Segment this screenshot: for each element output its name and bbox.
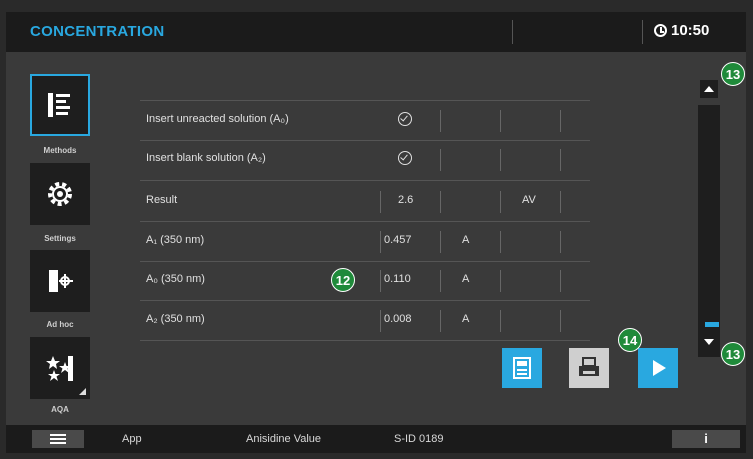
divider bbox=[440, 270, 441, 292]
divider bbox=[512, 20, 513, 44]
divider bbox=[500, 231, 501, 253]
divider bbox=[560, 310, 561, 332]
methods-icon bbox=[48, 93, 70, 117]
arrow-down-icon bbox=[704, 339, 714, 345]
hamburger-icon bbox=[50, 438, 66, 440]
sidebar-label: AQA bbox=[51, 405, 69, 414]
aqa-icon bbox=[46, 356, 73, 381]
result-unit: AV bbox=[522, 194, 536, 206]
sidebar-label: Ad hoc bbox=[46, 320, 74, 329]
callout-badge: 13 bbox=[721, 342, 745, 366]
sidebar-item-settings[interactable] bbox=[30, 163, 90, 225]
sidebar-item-adhoc[interactable] bbox=[30, 250, 90, 312]
result-value: 2.6 bbox=[398, 194, 414, 206]
table-divider bbox=[140, 340, 590, 341]
clock-time: 10:50 bbox=[671, 22, 710, 39]
row-unit: A bbox=[462, 273, 470, 285]
divider bbox=[440, 110, 441, 132]
row-unit: A bbox=[462, 313, 470, 325]
divider bbox=[642, 20, 643, 44]
start-button[interactable] bbox=[638, 348, 678, 388]
sidebar-item-methods[interactable] bbox=[30, 74, 90, 136]
callout-badge: 14 bbox=[618, 328, 642, 352]
divider bbox=[380, 191, 381, 213]
scrollbar-track[interactable] bbox=[698, 105, 720, 357]
clock: 10:50 bbox=[654, 22, 709, 39]
divider bbox=[380, 270, 381, 292]
table-row[interactable]: Insert blank solution (A₂) bbox=[140, 141, 590, 179]
table-row: Result 2.6 AV bbox=[140, 183, 590, 221]
info-button[interactable]: i bbox=[672, 430, 740, 448]
title-bar: CONCENTRATION 10:50 bbox=[6, 12, 746, 52]
divider bbox=[500, 149, 501, 171]
table-row: A₁ (350 nm) 0.457 A bbox=[140, 223, 590, 261]
printer-icon bbox=[579, 357, 599, 376]
check-circle-icon bbox=[398, 112, 412, 126]
table-row: A₀ (350 nm) 0.110 A bbox=[140, 262, 590, 300]
adhoc-icon bbox=[49, 270, 73, 292]
scrollbar-thumb[interactable] bbox=[705, 322, 719, 327]
divider bbox=[380, 310, 381, 332]
callout-badge: 12 bbox=[331, 268, 355, 292]
corner-indicator bbox=[79, 388, 86, 395]
row-label: Result bbox=[146, 194, 178, 206]
check-circle-icon bbox=[398, 151, 412, 165]
save-icon bbox=[513, 357, 531, 379]
method-name: Anisidine Value bbox=[246, 433, 322, 445]
app-label: App bbox=[122, 433, 142, 445]
divider bbox=[500, 110, 501, 132]
divider bbox=[440, 191, 441, 213]
scroll-down-button[interactable] bbox=[700, 333, 718, 351]
sidebar-label: Settings bbox=[44, 234, 76, 243]
table-row: A₂ (350 nm) 0.008 A bbox=[140, 302, 590, 340]
divider bbox=[560, 110, 561, 132]
print-button[interactable] bbox=[569, 348, 609, 388]
clock-icon bbox=[654, 24, 667, 37]
divider bbox=[500, 270, 501, 292]
divider bbox=[440, 310, 441, 332]
table-divider bbox=[140, 300, 590, 301]
row-label: A₀ (350 nm) bbox=[146, 273, 205, 285]
table-row[interactable]: Insert unreacted solution (A₀) bbox=[140, 102, 590, 140]
table-divider bbox=[140, 180, 590, 181]
page-title: CONCENTRATION bbox=[30, 23, 165, 40]
row-value: 0.008 bbox=[384, 313, 412, 325]
row-unit: A bbox=[462, 234, 470, 246]
sidebar-item-aqa[interactable] bbox=[30, 337, 90, 399]
divider bbox=[440, 149, 441, 171]
divider bbox=[500, 191, 501, 213]
sample-id: S-ID 0189 bbox=[394, 433, 444, 445]
divider bbox=[560, 191, 561, 213]
arrow-up-icon bbox=[704, 86, 714, 92]
table-divider bbox=[140, 221, 590, 222]
menu-button[interactable] bbox=[32, 430, 84, 448]
divider bbox=[560, 149, 561, 171]
play-icon bbox=[653, 360, 666, 376]
row-label: Insert blank solution (A₂) bbox=[146, 152, 266, 164]
divider bbox=[380, 231, 381, 253]
row-label: Insert unreacted solution (A₀) bbox=[146, 113, 289, 125]
row-label: A₁ (350 nm) bbox=[146, 234, 205, 246]
status-bar: App Anisidine Value S-ID 0189 i bbox=[6, 425, 746, 453]
row-label: A₂ (350 nm) bbox=[146, 313, 205, 325]
table-divider bbox=[140, 100, 590, 101]
sidebar-label: Methods bbox=[43, 146, 77, 155]
divider bbox=[560, 231, 561, 253]
callout-badge: 13 bbox=[721, 62, 745, 86]
divider bbox=[500, 310, 501, 332]
row-value: 0.110 bbox=[384, 273, 411, 285]
divider bbox=[440, 231, 441, 253]
gear-icon bbox=[48, 182, 72, 206]
save-button[interactable] bbox=[502, 348, 542, 388]
scroll-up-button[interactable] bbox=[700, 80, 718, 98]
row-value: 0.457 bbox=[384, 234, 412, 246]
divider bbox=[560, 270, 561, 292]
